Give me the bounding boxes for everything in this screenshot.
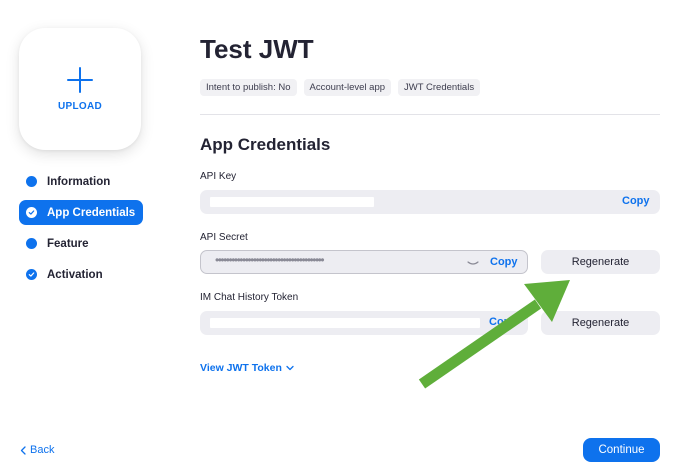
plus-icon xyxy=(67,66,93,93)
copy-im-token-button[interactable]: Copy xyxy=(489,316,517,328)
tag-account-level: Account-level app xyxy=(303,79,392,96)
api-secret-field[interactable]: ••••••••••••••••••••••••••••••••••••••••… xyxy=(200,250,528,274)
sidebar-item-feature[interactable]: Feature xyxy=(19,231,143,256)
sidebar-nav: Information App Credentials Feature Acti… xyxy=(19,169,143,293)
copy-api-secret-button[interactable]: Copy xyxy=(490,256,518,268)
redacted-value xyxy=(210,318,480,328)
api-key-field[interactable]: Copy xyxy=(200,190,660,214)
regenerate-token-button[interactable]: Regenerate xyxy=(541,311,660,335)
api-secret-label: API Secret xyxy=(200,232,248,243)
section-title: App Credentials xyxy=(200,135,331,154)
back-link[interactable]: Back xyxy=(20,444,54,456)
api-key-label: API Key xyxy=(200,171,237,182)
im-token-field[interactable]: Copy xyxy=(200,311,528,335)
step-dot-icon xyxy=(26,176,37,187)
eye-icon[interactable] xyxy=(467,257,479,267)
im-token-label: IM Chat History Token xyxy=(200,292,299,303)
check-icon xyxy=(26,207,37,218)
view-jwt-label: View JWT Token xyxy=(200,362,282,374)
sidebar-item-activation[interactable]: Activation xyxy=(19,262,143,287)
step-dot-icon xyxy=(26,238,37,249)
view-jwt-token-link[interactable]: View JWT Token xyxy=(200,362,294,374)
sidebar-item-label: App Credentials xyxy=(47,206,136,219)
upload-label: UPLOAD xyxy=(57,100,103,112)
divider xyxy=(200,114,660,115)
page-title: Test JWT xyxy=(200,34,314,64)
masked-secret: •••••••••••••••••••••••••••••••••••••••• xyxy=(215,253,325,267)
tag-intent: Intent to publish: No xyxy=(200,79,297,96)
check-icon xyxy=(26,269,37,280)
copy-api-key-button[interactable]: Copy xyxy=(622,195,650,207)
continue-button[interactable]: Continue xyxy=(583,438,660,462)
tag-jwt: JWT Credentials xyxy=(398,79,481,96)
back-label: Back xyxy=(30,444,55,456)
app-tags: Intent to publish: No Account-level app … xyxy=(200,79,481,96)
chevron-left-icon xyxy=(20,445,26,455)
sidebar-item-label: Information xyxy=(47,175,111,188)
regenerate-secret-button[interactable]: Regenerate xyxy=(541,250,660,274)
sidebar-item-app-credentials[interactable]: App Credentials xyxy=(19,200,143,225)
sidebar-item-label: Feature xyxy=(47,237,89,250)
sidebar-item-information[interactable]: Information xyxy=(19,169,143,194)
sidebar-item-label: Activation xyxy=(47,268,103,281)
redacted-value xyxy=(210,197,374,207)
chevron-down-icon xyxy=(286,365,294,371)
upload-button[interactable]: UPLOAD xyxy=(19,28,141,150)
